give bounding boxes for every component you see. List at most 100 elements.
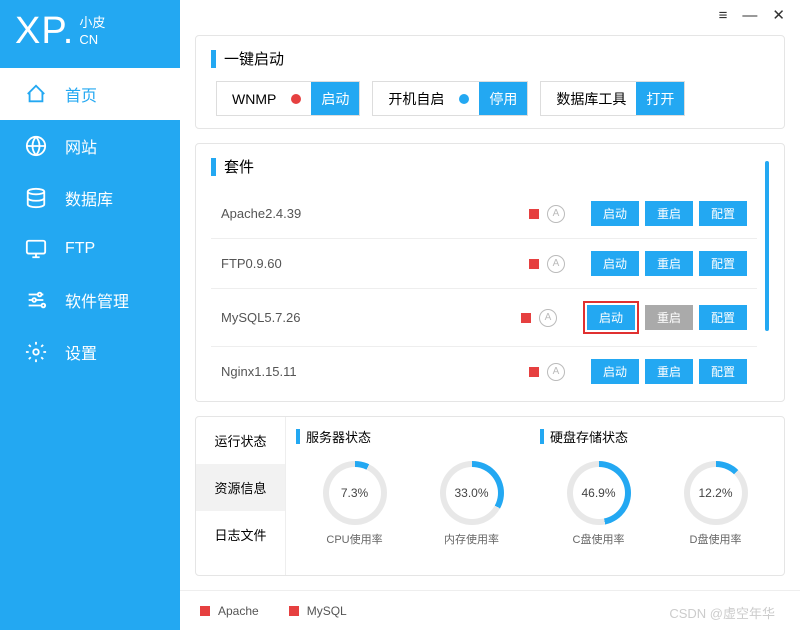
suite-row: Apache2.4.39 A 启动重启配置: [211, 189, 757, 239]
quick-label: 数据库工具: [541, 89, 636, 109]
quick-button[interactable]: 打开: [636, 82, 684, 115]
suite-action-button[interactable]: 重启: [645, 201, 693, 226]
gauge-circle: 46.9%: [567, 461, 631, 525]
suite-action-button[interactable]: 配置: [699, 251, 747, 276]
suite-list-container: 套件 Apache2.4.39A启动重启配置FTP0.9.60A启动重启配置My…: [211, 156, 757, 396]
gauge-value: 33.0%: [440, 461, 504, 525]
a-icon[interactable]: A: [547, 363, 565, 381]
suite-action-button[interactable]: 配置: [699, 305, 747, 330]
suite-action-button[interactable]: 启动: [587, 305, 635, 330]
title-accent-bar: [211, 158, 216, 176]
gear-icon: [25, 341, 47, 363]
nav-label: 网站: [65, 134, 97, 158]
nav-label: 设置: [65, 340, 97, 364]
suite-action-button[interactable]: 配置: [699, 359, 747, 384]
minimize-button[interactable]: —: [742, 7, 757, 24]
menu-icon[interactable]: ≡: [719, 7, 728, 24]
suite-action-button[interactable]: 启动: [591, 201, 639, 226]
status-group: 硬盘存储状态 46.9%C盘使用率 12.2% D盘使用率: [540, 427, 774, 547]
main-panel: ≡ — ✕ 一键启动 WNMP启动开机自启停用数据库工具打开 套件: [180, 0, 800, 630]
footer-label: Apache: [218, 604, 259, 618]
status-square: [521, 313, 531, 323]
quick-item: 数据库工具打开: [540, 81, 685, 116]
nav-list: 首页网站数据库FTP 软件管理设置: [0, 68, 180, 378]
suite-row: Nginx1.15.11 A 启动重启配置: [211, 347, 757, 396]
home-icon: [25, 83, 47, 105]
gauge-circle: 7.3%: [323, 461, 387, 525]
suite-action-button[interactable]: 重启: [645, 251, 693, 276]
title-accent-bar: [211, 50, 216, 68]
nav-item-sliders[interactable]: 软件管理: [0, 274, 180, 326]
footer-items: Apache MySQL: [200, 604, 347, 618]
footer-label: MySQL: [307, 604, 347, 618]
highlight-box: 启动: [583, 301, 639, 334]
quick-button[interactable]: 启动: [311, 82, 359, 115]
monitor-icon: [25, 238, 47, 260]
nav-item-home[interactable]: 首页: [0, 68, 180, 120]
status-tab[interactable]: 日志文件: [196, 511, 285, 558]
status-tabs: 运行状态资源信息日志文件: [196, 417, 286, 575]
gauges-row: 7.3%CPU使用率33.0%内存使用率: [296, 461, 530, 547]
gauge-label: D盘使用率: [684, 531, 748, 547]
suite-action-button[interactable]: 配置: [699, 201, 747, 226]
gauges-row: 46.9%C盘使用率 12.2% D盘使用率: [540, 461, 774, 547]
gauge: 12.2% D盘使用率: [684, 461, 748, 547]
gauge-value: 12.2%: [684, 461, 748, 525]
suite-title: 套件: [224, 156, 254, 177]
status-groups: 服务器状态7.3%CPU使用率33.0%内存使用率硬盘存储状态46.9%C盘使用…: [296, 427, 774, 547]
status-square: [529, 209, 539, 219]
suite-name: Nginx1.15.11: [221, 364, 529, 379]
nav-label: 软件管理: [65, 288, 129, 312]
suite-name: MySQL5.7.26: [221, 310, 521, 325]
nav-item-monitor[interactable]: FTP: [0, 224, 180, 274]
suite-action-button[interactable]: 启动: [591, 251, 639, 276]
suite-action-button[interactable]: 重启: [645, 359, 693, 384]
database-icon: [25, 187, 47, 209]
suite-row: FTP0.9.60 A 启动重启配置: [211, 239, 757, 289]
watermark: CSDN @虚空年华: [669, 603, 775, 622]
quick-item: 开机自启停用: [372, 81, 528, 116]
status-square: [200, 606, 210, 616]
status-dot: [291, 94, 301, 104]
suite-action-button[interactable]: 重启: [645, 305, 693, 330]
status-square: [289, 606, 299, 616]
titlebar: ≡ — ✕: [180, 0, 800, 30]
gauge-label: CPU使用率: [323, 531, 387, 547]
logo-subtitle: 小皮 CN: [79, 15, 105, 49]
group-title: 服务器状态: [296, 427, 530, 446]
quickstart-title: 一键启动: [224, 48, 284, 69]
group-title: 硬盘存储状态: [540, 427, 774, 446]
a-icon[interactable]: A: [547, 255, 565, 273]
status-body: 服务器状态7.3%CPU使用率33.0%内存使用率硬盘存储状态46.9%C盘使用…: [286, 417, 784, 575]
footer-item: Apache: [200, 604, 259, 618]
quick-button[interactable]: 停用: [479, 82, 527, 115]
suite-action-button[interactable]: 启动: [591, 359, 639, 384]
status-tab[interactable]: 运行状态: [196, 417, 285, 464]
nav-label: 首页: [65, 82, 97, 106]
gauge-circle: 12.2%: [684, 461, 748, 525]
gauge: 46.9%C盘使用率: [567, 461, 631, 547]
quick-label: WNMP: [217, 91, 286, 107]
logo-main: XP.: [15, 10, 74, 53]
section-title: 一键启动: [211, 48, 769, 69]
sliders-icon: [25, 289, 47, 311]
gauge-value: 7.3%: [323, 461, 387, 525]
a-icon[interactable]: A: [539, 309, 557, 327]
suite-row: MySQL5.7.26 A 启动重启配置: [211, 289, 757, 347]
logo: XP. 小皮 CN: [0, 0, 180, 68]
suite-name: FTP0.9.60: [221, 256, 529, 271]
nav-item-database[interactable]: 数据库: [0, 172, 180, 224]
a-icon[interactable]: A: [547, 205, 565, 223]
status-square: [529, 259, 539, 269]
globe-icon: [25, 135, 47, 157]
close-button[interactable]: ✕: [772, 6, 785, 24]
gauge-circle: 33.0%: [440, 461, 504, 525]
nav-item-gear[interactable]: 设置: [0, 326, 180, 378]
status-square: [529, 367, 539, 377]
footer: Apache MySQL CSDN @虚空年华: [180, 590, 800, 630]
quickstart-section: 一键启动 WNMP 启动开机自启停用数据库工具打开: [195, 35, 785, 129]
scrollbar[interactable]: [765, 161, 769, 331]
suite-name: Apache2.4.39: [221, 206, 529, 221]
nav-item-globe[interactable]: 网站: [0, 120, 180, 172]
status-tab[interactable]: 资源信息: [196, 464, 285, 511]
